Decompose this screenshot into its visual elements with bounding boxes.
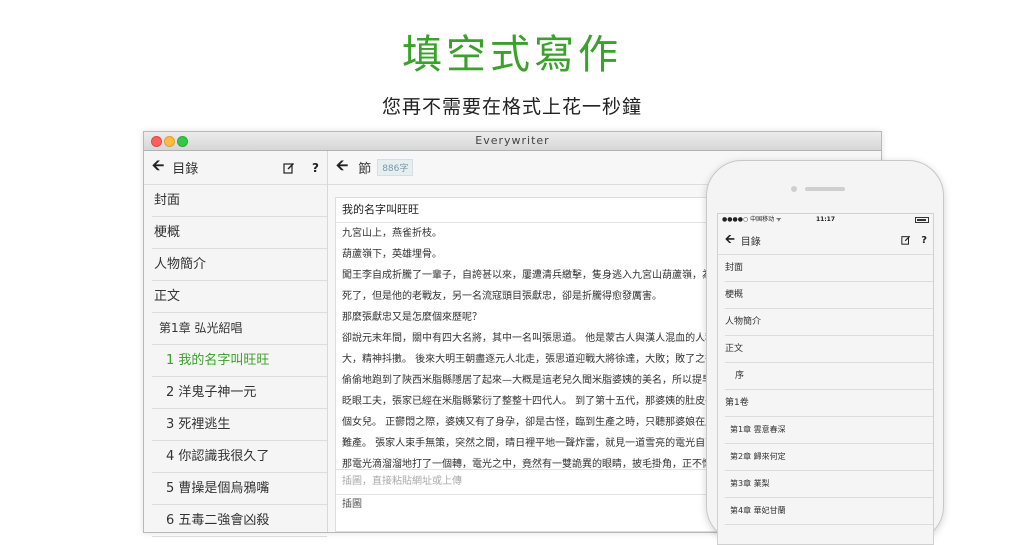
sidebar-item[interactable]: 人物簡介 bbox=[152, 249, 327, 281]
node-type-label: 節 bbox=[358, 162, 372, 177]
clock: 11:17 bbox=[815, 216, 836, 223]
mobile-list-item[interactable]: 第2章 歸來何定 bbox=[725, 444, 933, 471]
sidebar-item[interactable]: 4 你認識我很久了 bbox=[152, 441, 327, 473]
sidebar-item[interactable]: 3 死裡逃生 bbox=[152, 409, 327, 441]
sidebar-list: 封面 梗概 人物簡介 正文 第1章 弘光紹唱 1 我的名字叫旺旺 2 洋鬼子神一元 3 死裡逃… bbox=[144, 185, 327, 537]
mobile-list-item[interactable]: 人物簡介 bbox=[725, 309, 933, 336]
battery-icon bbox=[915, 217, 929, 223]
title-bar: Everywriter bbox=[144, 132, 881, 151]
sidebar-item[interactable]: 梗概 bbox=[152, 217, 327, 249]
sidebar-item[interactable]: 封面 bbox=[152, 185, 327, 217]
sidebar-item[interactable]: 第1章 弘光紹唱 bbox=[152, 313, 327, 345]
sidebar-title: 目錄 bbox=[172, 162, 199, 177]
speaker-icon bbox=[805, 187, 845, 191]
back-arrow-icon[interactable]: 🡨 bbox=[336, 155, 348, 180]
sidebar-item[interactable]: 6 五毒二強會凶殺 bbox=[152, 505, 327, 537]
help-icon[interactable]: ? bbox=[921, 235, 927, 246]
sidebar: 🡨 目錄 ? 封面 梗概 人物簡介 正文 第1章 弘光紹唱 1 我的名字叫旺旺 2 洋鬼子神… bbox=[144, 151, 328, 537]
hero-title: 填空式寫作 bbox=[402, 32, 622, 78]
hero-subtitle: 您再不需要在格式上花一秒鐘 bbox=[381, 96, 642, 118]
sidebar-header: 🡨 目錄 ? bbox=[144, 151, 327, 185]
help-icon[interactable]: ? bbox=[312, 161, 319, 175]
mobile-list-item[interactable]: 第1卷 bbox=[725, 390, 933, 417]
edit-icon[interactable] bbox=[283, 162, 295, 174]
camera-icon bbox=[791, 186, 797, 192]
window-title: Everywriter bbox=[475, 134, 550, 147]
sidebar-item[interactable]: 2 洋鬼子神一元 bbox=[152, 377, 327, 409]
sidebar-item[interactable]: 5 曹操是個烏鴉嘴 bbox=[152, 473, 327, 505]
mobile-phone: ●●●●○ 中国移动 ᯤ 11:17 🡨 目錄 ? 封面 梗概 人物簡介 正文序第1卷… bbox=[706, 160, 944, 545]
mobile-list-item[interactable]: 正文 bbox=[725, 336, 933, 363]
status-bar: ●●●●○ 中国移动 ᯤ 11:17 bbox=[718, 214, 933, 226]
mobile-list-item[interactable]: 第3章 業梨 bbox=[725, 471, 933, 498]
mobile-list-item[interactable]: 第1章 雲意春深 bbox=[725, 417, 933, 444]
sidebar-item[interactable]: 1 我的名字叫旺旺 bbox=[152, 345, 327, 377]
back-arrow-icon[interactable]: 🡨 bbox=[152, 155, 164, 180]
mobile-screen: ●●●●○ 中国移动 ᯤ 11:17 🡨 目錄 ? 封面 梗概 人物簡介 正文序第1卷… bbox=[717, 213, 934, 545]
mobile-list-item[interactable]: 梗概 bbox=[725, 282, 933, 309]
back-arrow-icon[interactable]: 🡨 bbox=[725, 230, 735, 251]
mobile-header: 🡨 目錄 ? bbox=[718, 226, 933, 255]
mobile-list-item[interactable]: 序 bbox=[725, 363, 933, 390]
mobile-title: 目錄 bbox=[740, 236, 761, 248]
word-count-badge: 886字 bbox=[377, 159, 414, 176]
sidebar-item[interactable]: 正文 bbox=[152, 281, 327, 313]
mobile-list: 封面 梗概 人物簡介 正文序第1卷 第1章 雲意春深 第2章 歸來何定 第3章 業梨 第4章 … bbox=[718, 255, 933, 525]
mobile-list-item[interactable]: 封面 bbox=[725, 255, 933, 282]
edit-icon[interactable] bbox=[901, 235, 911, 245]
